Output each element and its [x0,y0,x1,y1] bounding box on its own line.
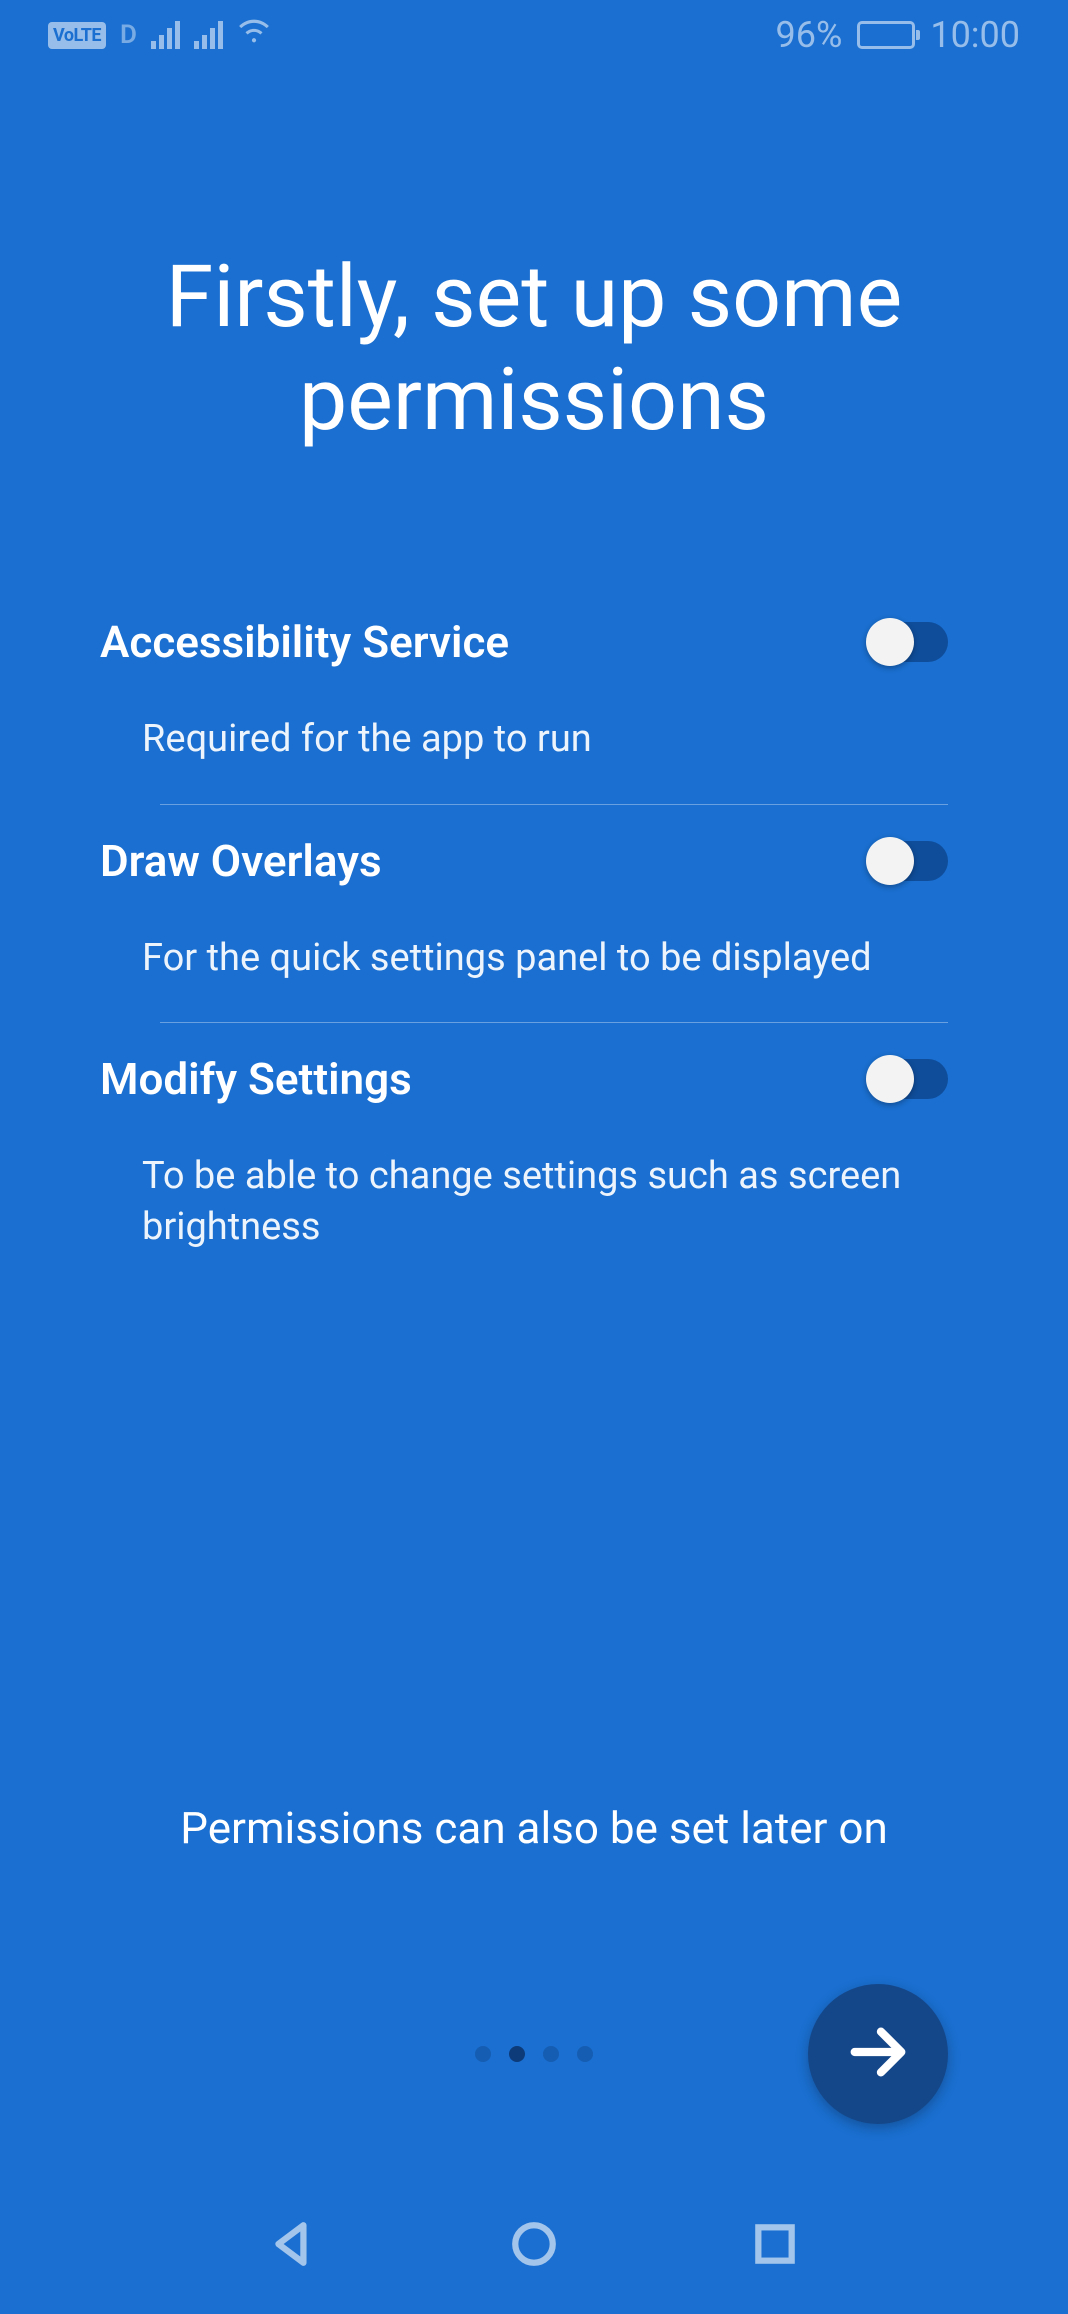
nav-back-button[interactable] [265,2216,321,2272]
clock: 10:00 [930,14,1020,56]
page-dot-0 [475,2046,491,2062]
battery-icon [857,21,915,49]
footer-note: Permissions can also be set later on [40,1802,1028,1854]
nav-recent-button[interactable] [747,2216,803,2272]
page-title: Firstly, set up some permissions [40,245,1028,451]
permission-description: To be able to change settings such as sc… [100,1151,948,1254]
permission-item-accessibility[interactable]: Accessibility Service Required for the a… [100,586,948,803]
next-button[interactable] [808,1984,948,2124]
page-dot-2 [543,2046,559,2062]
permission-description: Required for the app to run [100,714,948,765]
signal-icon-1 [151,21,180,49]
toggle-draw-overlays[interactable] [868,841,948,881]
arrow-right-icon [843,2017,913,2091]
page-indicator [475,2046,593,2062]
sim-indicator: D [120,20,137,50]
page-dot-3 [577,2046,593,2062]
page-dot-1 [509,2046,525,2062]
volte-badge: VoLTE [48,22,106,49]
toggle-modify-settings[interactable] [868,1059,948,1099]
permission-description: For the quick settings panel to be displ… [100,933,948,984]
permission-item-modify-settings[interactable]: Modify Settings To be able to change set… [100,1023,948,1292]
wifi-icon [237,14,271,57]
permission-name: Modify Settings [100,1053,838,1105]
permission-item-draw-overlays[interactable]: Draw Overlays For the quick settings pan… [100,805,948,1022]
status-bar: VoLTE D 96% 10:00 [0,0,1068,70]
permission-name: Draw Overlays [100,835,838,887]
toggle-accessibility[interactable] [868,622,948,662]
pager-row [40,1974,1028,2134]
nav-home-button[interactable] [506,2216,562,2272]
signal-icon-2 [194,21,223,49]
permission-list: Accessibility Service Required for the a… [40,586,1028,1291]
battery-percent: 96% [776,14,843,56]
navigation-bar [0,2174,1068,2314]
permission-name: Accessibility Service [100,616,838,668]
